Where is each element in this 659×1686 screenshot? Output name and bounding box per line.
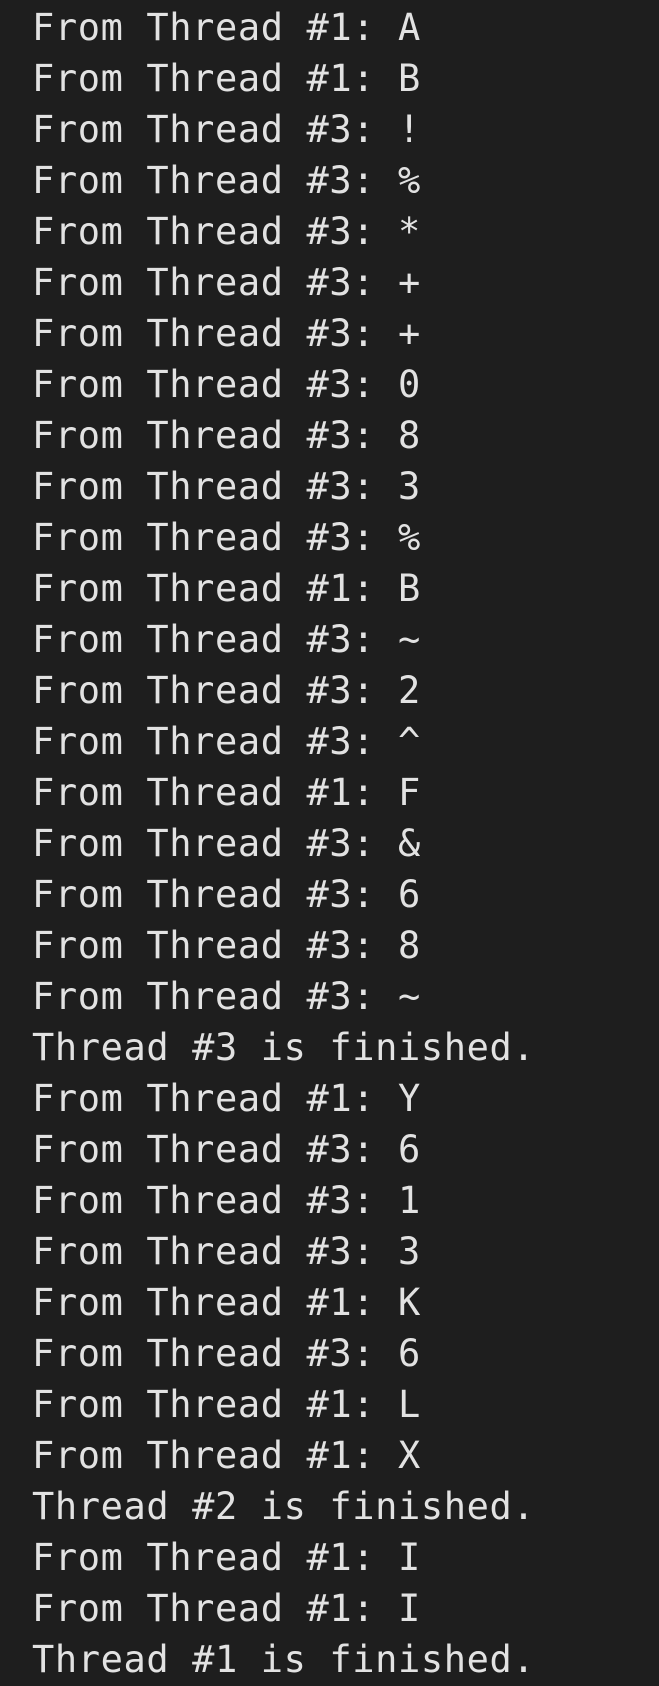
output-line: From Thread #3: 8 <box>32 414 421 457</box>
output-line: From Thread #3: 3 <box>32 465 421 508</box>
terminal-output: From Thread #1: A From Thread #1: B From… <box>0 0 659 1686</box>
output-line: From Thread #3: 6 <box>32 873 421 916</box>
output-line: From Thread #3: 6 <box>32 1332 421 1375</box>
output-line: From Thread #3: * <box>32 210 421 253</box>
output-line: From Thread #3: % <box>32 159 421 202</box>
output-line: From Thread #3: 6 <box>32 1128 421 1171</box>
output-line: From Thread #3: & <box>32 822 421 865</box>
output-line: From Thread #1: B <box>32 567 421 610</box>
output-line: From Thread #1: I <box>32 1536 421 1579</box>
output-line: From Thread #3: + <box>32 312 421 355</box>
output-line: From Thread #3: % <box>32 516 421 559</box>
status-line: Thread #1 is finished. <box>32 1638 536 1681</box>
status-line: Thread #3 is finished. <box>32 1026 536 1069</box>
output-line: From Thread #3: ~ <box>32 975 421 1018</box>
output-line: From Thread #1: F <box>32 771 421 814</box>
output-line: From Thread #3: 3 <box>32 1230 421 1273</box>
output-line: From Thread #1: I <box>32 1587 421 1630</box>
output-line: From Thread #3: + <box>32 261 421 304</box>
output-line: From Thread #3: ! <box>32 108 421 151</box>
output-line: From Thread #1: Y <box>32 1077 421 1120</box>
output-line: From Thread #3: 2 <box>32 669 421 712</box>
output-line: From Thread #1: X <box>32 1434 421 1477</box>
status-line: Thread #2 is finished. <box>32 1485 536 1528</box>
output-line: From Thread #3: ^ <box>32 720 421 763</box>
output-line: From Thread #3: 0 <box>32 363 421 406</box>
output-line: From Thread #3: 8 <box>32 924 421 967</box>
output-line: From Thread #3: 1 <box>32 1179 421 1222</box>
output-line: From Thread #1: A <box>32 6 421 49</box>
output-line: From Thread #1: K <box>32 1281 421 1324</box>
output-line: From Thread #3: ~ <box>32 618 421 661</box>
output-line: From Thread #1: L <box>32 1383 421 1426</box>
output-line: From Thread #1: B <box>32 57 421 100</box>
